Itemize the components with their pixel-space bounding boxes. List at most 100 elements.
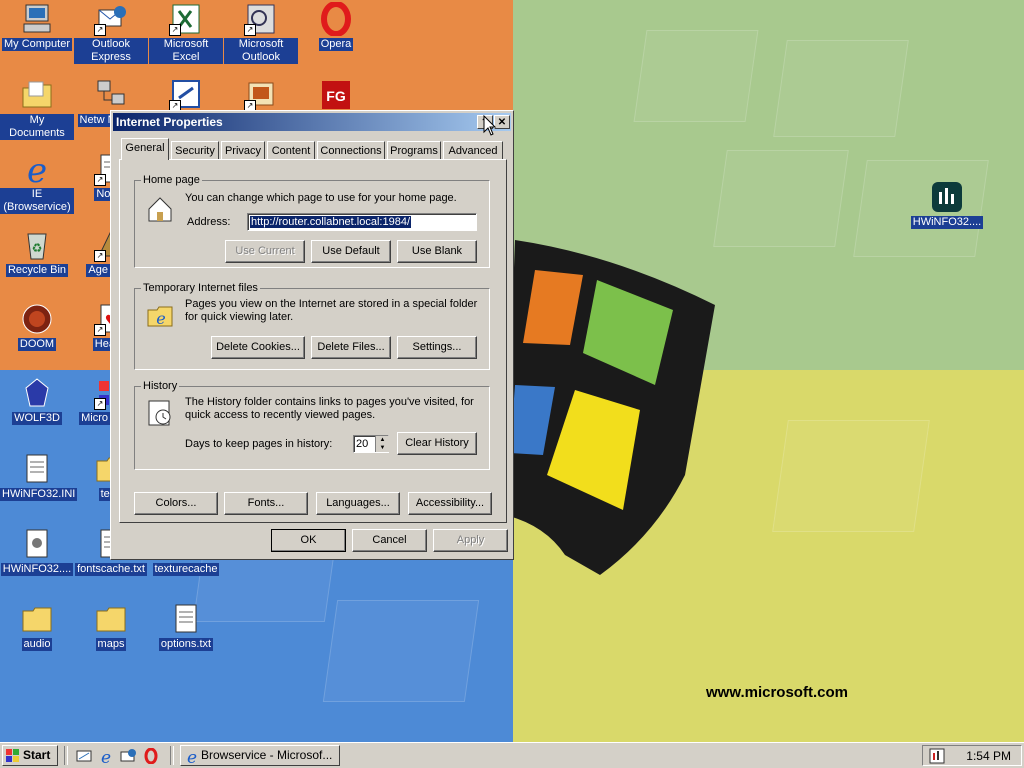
apply-button[interactable]: Apply <box>433 529 508 552</box>
desktop-icon-shortcut[interactable]: ↗ <box>224 78 298 114</box>
start-button[interactable]: Start <box>2 745 58 766</box>
desktop-icon-hwinfo-ini[interactable]: HWiNFO32.INI <box>0 452 78 501</box>
use-default-button[interactable]: Use Default <box>311 240 391 263</box>
desktop-icon-outlook-express[interactable]: ↗ Outlook Express <box>74 2 148 64</box>
hwinfo-tray-icon[interactable] <box>929 748 945 764</box>
desktop-icon-opera[interactable]: Opera <box>299 1 373 51</box>
home-page-icon <box>145 194 175 224</box>
temporary-files-group: Temporary Internet files e Pages you vie… <box>134 282 490 370</box>
temp-files-description-1: Pages you view on the Internet are store… <box>185 298 478 310</box>
desktop-icon-audio[interactable]: audio <box>0 602 74 651</box>
desktop-icon-options[interactable]: options.txt <box>149 602 223 651</box>
show-desktop-icon[interactable] <box>76 748 92 764</box>
icon-label: texturecache <box>152 563 220 576</box>
title-bar[interactable]: Internet Properties ? ✕ <box>113 113 511 131</box>
svg-text:e: e <box>156 309 165 328</box>
ok-button[interactable]: OK <box>271 529 346 552</box>
tab-security[interactable]: Security <box>171 141 219 159</box>
desktop-icon-hwinfo[interactable]: HWiNFO32.... <box>910 180 984 229</box>
network-icon <box>94 78 128 112</box>
delete-cookies-button[interactable]: Delete Cookies... <box>211 336 305 359</box>
days-spinner[interactable]: ▲ ▼ <box>375 436 389 452</box>
icon-label: HWiNFO32.... <box>0 563 74 576</box>
desktop-icon-shortcut[interactable]: ↗ <box>149 78 223 114</box>
general-tab-panel: Home page You can change which page to u… <box>119 159 507 523</box>
wallpaper-pane <box>322 600 480 702</box>
internet-explorer-icon[interactable]: e <box>98 748 114 764</box>
svg-text:e: e <box>187 748 197 764</box>
program-shortcut-icon: ↗ <box>169 78 203 112</box>
desktop-icon-fg[interactable]: FG <box>299 78 373 114</box>
tab-programs[interactable]: Programs <box>387 141 441 159</box>
recycle-bin-icon: ♻ <box>20 228 54 262</box>
icon-label: IE (Browservice) <box>0 188 74 214</box>
icon-label: Microsoft Outlook <box>224 38 298 64</box>
icon-label: Outlook Express <box>74 38 148 64</box>
tab-privacy[interactable]: Privacy <box>221 141 265 159</box>
languages-button[interactable]: Languages... <box>316 492 400 515</box>
desktop-icon-wolf3d[interactable]: WOLF3D <box>0 376 74 425</box>
windows-logo-icon <box>6 749 19 762</box>
svg-text:e: e <box>101 748 111 764</box>
colors-button[interactable]: Colors... <box>134 492 218 515</box>
wolf3d-icon <box>20 376 54 410</box>
text-file-icon <box>169 602 203 636</box>
taskbar-item-label: Browservice - Microsof... <box>201 748 333 762</box>
desktop-icon-recycle-bin[interactable]: ♻ Recycle Bin <box>0 228 74 277</box>
clear-history-button[interactable]: Clear History <box>397 432 477 455</box>
desktop-icon-maps[interactable]: maps <box>74 602 148 651</box>
my-computer-icon <box>20 2 54 36</box>
dialog-title: Internet Properties <box>116 115 223 129</box>
icon-label: fontscache.txt <box>75 563 147 576</box>
internet-properties-dialog: Internet Properties ? ✕ General Security… <box>110 110 514 560</box>
svg-text:FG: FG <box>326 88 346 104</box>
desktop: www.microsoft.com My Computer ↗ Outlook … <box>0 0 1024 742</box>
desktop-icon-excel[interactable]: ↗ Microsoft Excel <box>149 2 223 64</box>
outlook-express-icon[interactable] <box>120 748 136 764</box>
cancel-button[interactable]: Cancel <box>352 529 427 552</box>
icon-label: options.txt <box>158 638 214 651</box>
taskbar: Start e e Browservice - Microsof... 1:54… <box>0 742 1024 768</box>
wallpaper-pane <box>772 420 930 532</box>
desktop-icon-hwinfo-settings[interactable]: HWiNFO32.... <box>0 527 74 576</box>
history-description-2: quick access to recently viewed pages. <box>185 409 376 421</box>
icon-label: My Computer <box>1 38 73 51</box>
tab-connections[interactable]: Connections <box>317 141 385 159</box>
wallpaper-pane <box>713 150 849 247</box>
program-shortcut-icon: ↗ <box>244 78 278 112</box>
folder-icon <box>94 602 128 636</box>
delete-files-button[interactable]: Delete Files... <box>311 336 391 359</box>
settings-button[interactable]: Settings... <box>397 336 477 359</box>
opera-icon[interactable] <box>143 748 159 764</box>
taskbar-item-browservice[interactable]: e Browservice - Microsof... <box>180 745 340 766</box>
clock[interactable]: 1:54 PM <box>966 749 1011 763</box>
microsoft-url-text: www.microsoft.com <box>706 684 848 701</box>
windows-flag-logo <box>505 240 715 575</box>
tab-general[interactable]: General <box>121 138 169 160</box>
folder-documents-icon <box>20 78 54 112</box>
use-blank-button[interactable]: Use Blank <box>397 240 477 263</box>
desktop-icon-outlook[interactable]: ↗ Microsoft Outlook <box>224 2 298 64</box>
desktop-icon-my-documents[interactable]: My Documents <box>0 78 74 140</box>
tab-advanced[interactable]: Advanced <box>443 141 503 159</box>
icon-label: Opera <box>318 38 354 51</box>
ini-file-icon <box>20 452 54 486</box>
use-current-button[interactable]: Use Current <box>225 240 305 263</box>
home-page-address-input[interactable]: http://router.collabnet.local:1984/ <box>247 213 477 231</box>
internet-explorer-icon: e <box>187 748 197 764</box>
fg-app-icon: FG <box>319 78 353 112</box>
desktop-icon-ie-browservice[interactable]: e IE (Browservice) <box>0 151 74 214</box>
home-page-description: You can change which page to use for you… <box>185 192 457 204</box>
desktop-icon-doom[interactable]: DOOM <box>0 302 74 351</box>
system-tray: 1:54 PM <box>922 745 1022 766</box>
start-label: Start <box>23 748 51 762</box>
accessibility-button[interactable]: Accessibility... <box>408 492 492 515</box>
home-page-group: Home page You can change which page to u… <box>134 174 490 268</box>
fonts-button[interactable]: Fonts... <box>224 492 308 515</box>
tab-content[interactable]: Content <box>267 141 315 159</box>
icon-label: WOLF3D <box>12 412 62 425</box>
desktop-icon-my-computer[interactable]: My Computer <box>0 2 74 51</box>
group-legend: Home page <box>143 174 200 186</box>
icon-label: audio <box>21 638 53 651</box>
history-icon <box>145 398 175 428</box>
